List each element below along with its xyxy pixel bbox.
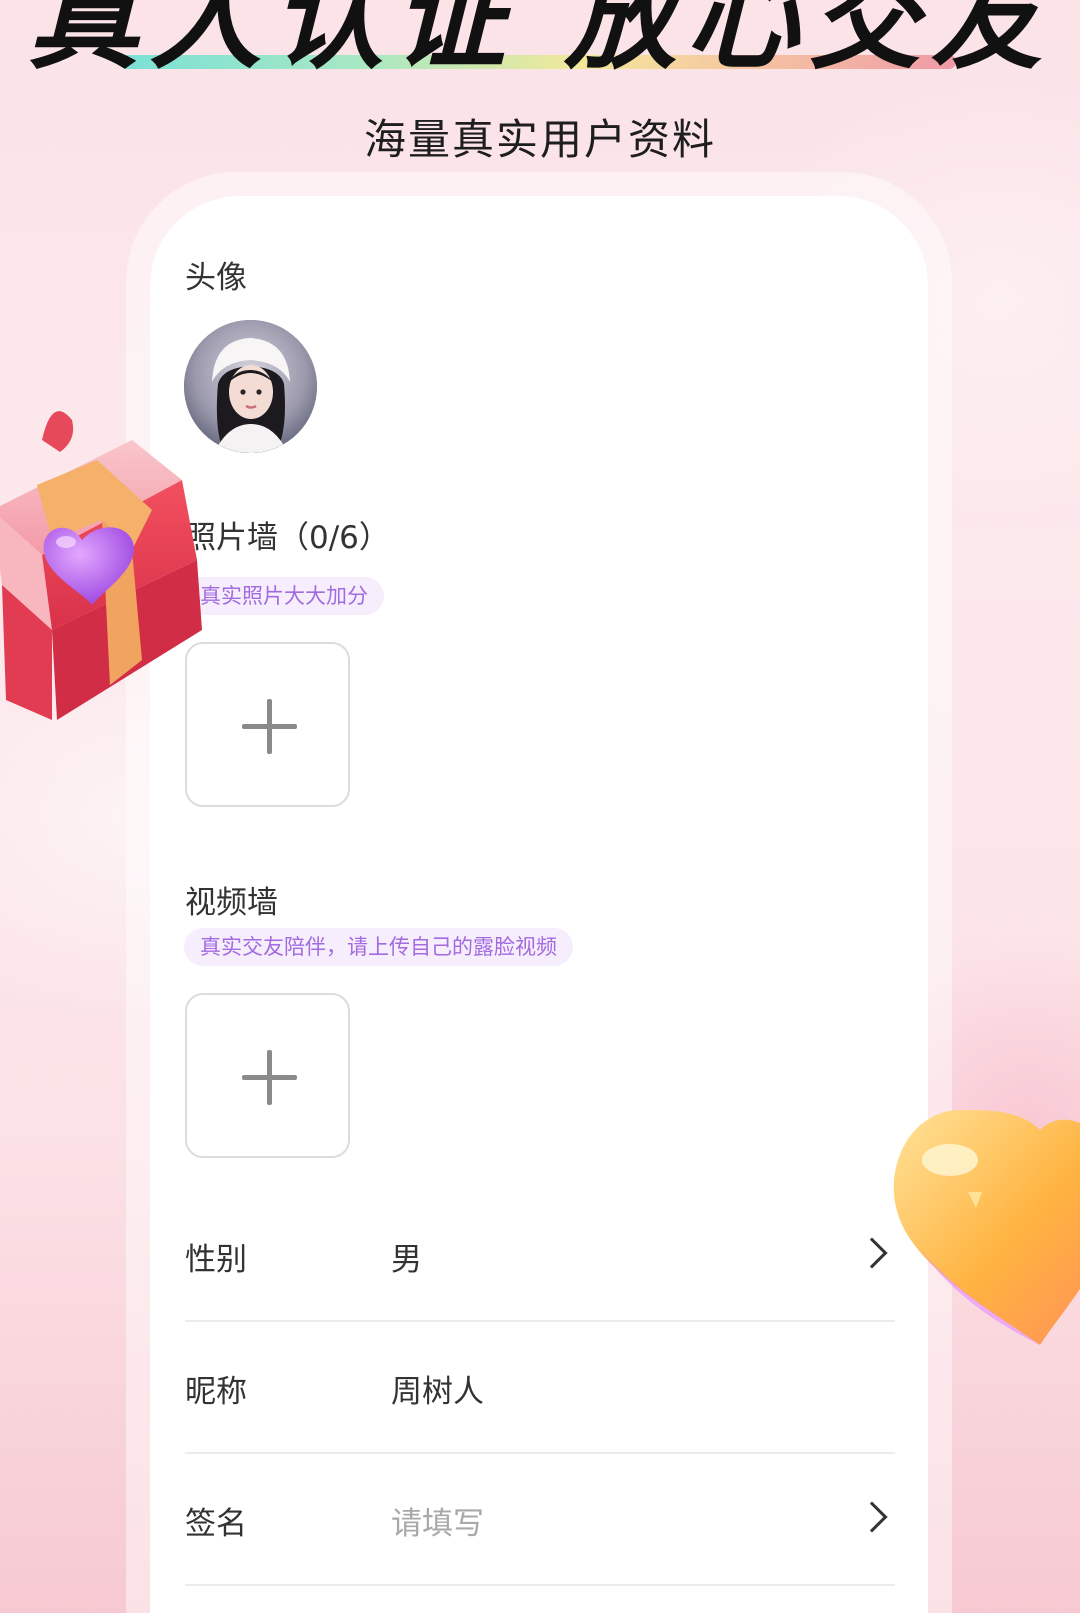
- gift-box-icon: [0, 411, 202, 720]
- avatar-label: 头像: [185, 260, 247, 296]
- video-wall-label: 视频墙: [185, 885, 278, 921]
- heart-decoration-icon: [893, 1110, 1080, 1345]
- plus-icon-vertical: [267, 699, 272, 754]
- video-wall-hint: 真实交友陪伴，请上传自己的露脸视频: [184, 928, 573, 966]
- signature-row[interactable]: 签名 请填写: [185, 1454, 895, 1586]
- plus-icon-vertical: [267, 1050, 272, 1105]
- signature-label: 签名: [185, 1506, 247, 1542]
- nickname-row[interactable]: 昵称 周树人: [185, 1322, 895, 1454]
- gender-value: 男: [391, 1242, 422, 1278]
- banner-title: 真人认证 放心交友: [27, 0, 1053, 85]
- chevron-right-icon: [856, 1501, 888, 1533]
- nickname-value: 周树人: [391, 1374, 484, 1410]
- signature-input[interactable]: 请填写: [391, 1498, 484, 1543]
- banner-subtitle: 海量真实用户资料: [363, 115, 716, 164]
- add-video-button[interactable]: [185, 993, 350, 1158]
- gender-label: 性别: [185, 1242, 247, 1278]
- gender-row[interactable]: 性别 男: [185, 1190, 895, 1322]
- chevron-right-icon: [856, 1237, 888, 1269]
- nickname-label: 昵称: [185, 1374, 247, 1410]
- promo-banner: 真人认证 放心交友: [0, 0, 1080, 80]
